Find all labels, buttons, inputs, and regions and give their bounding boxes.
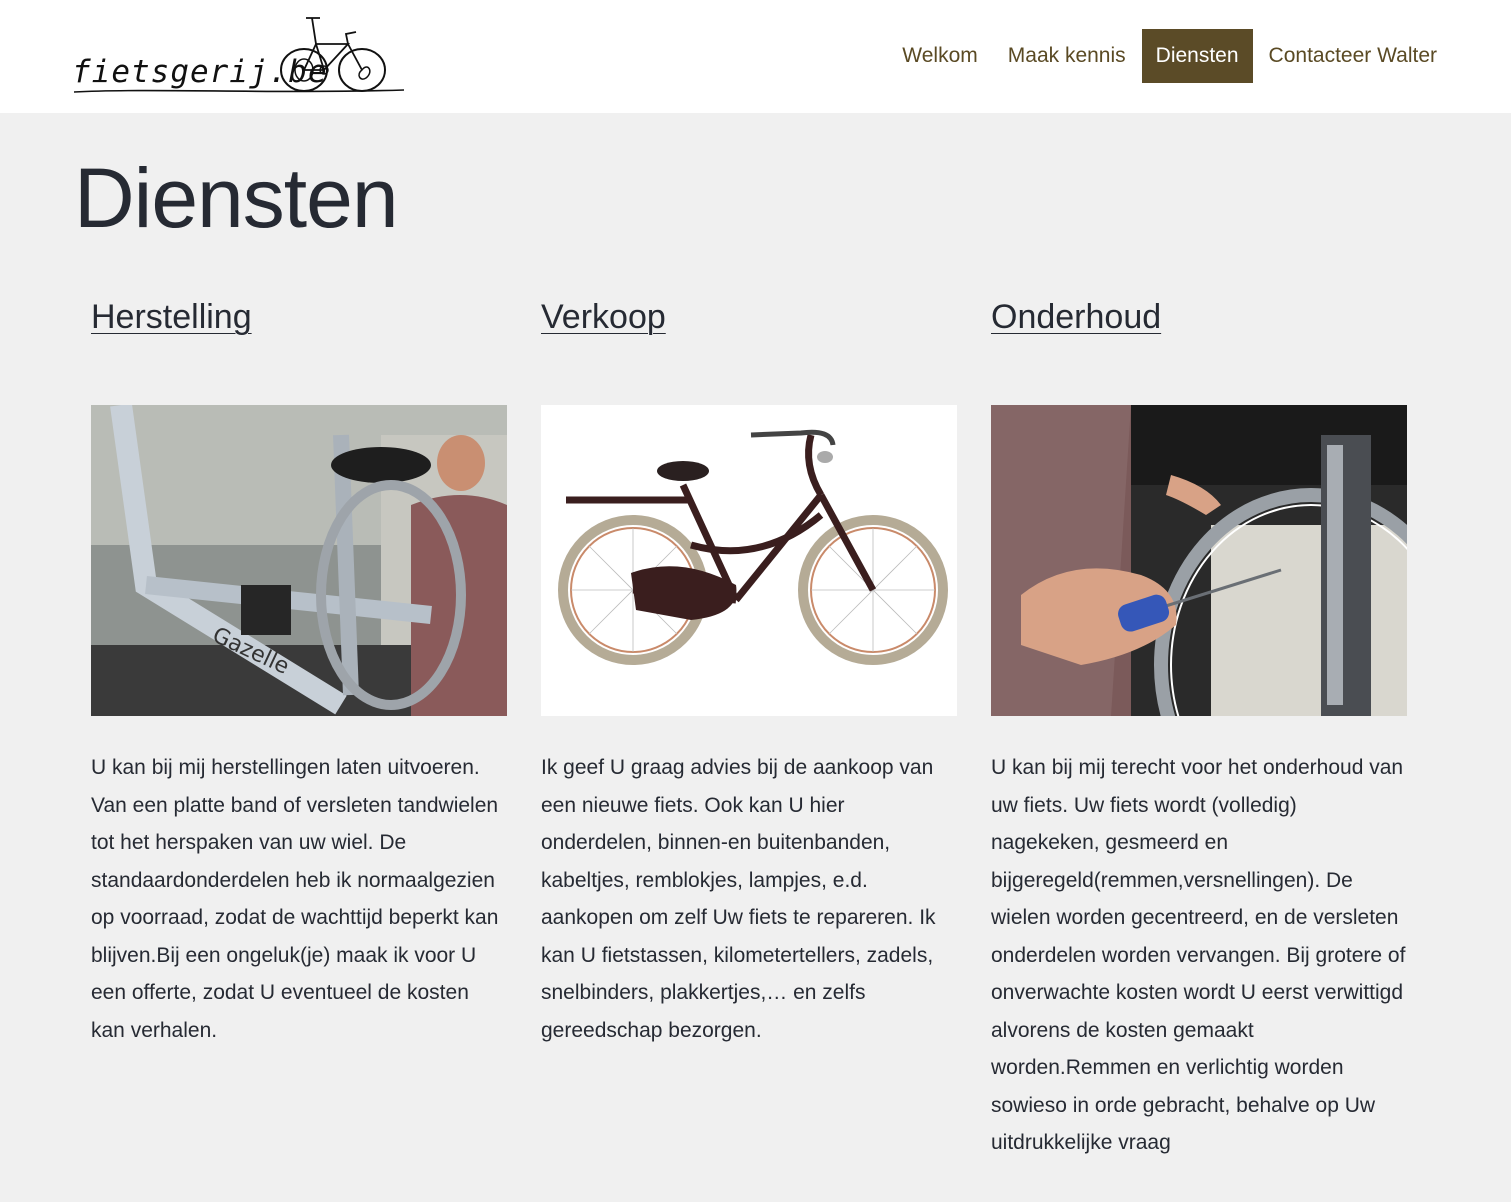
service-title-verkoop[interactable]: Verkoop bbox=[541, 295, 957, 339]
site-logo[interactable]: fietsgerij.be bbox=[72, 14, 406, 98]
service-text-onderhoud: U kan bij mij terecht voor het onderhoud… bbox=[991, 756, 1406, 1154]
service-text-verkoop: Ik geef U graag advies bij de aankoop va… bbox=[541, 756, 936, 1042]
service-text-herstelling: U kan bij mij herstellingen laten uitvoe… bbox=[91, 756, 499, 1042]
page-title: Diensten bbox=[74, 151, 399, 245]
nav-item-diensten[interactable]: Diensten bbox=[1141, 29, 1253, 83]
service-title-onderhoud[interactable]: Onderhoud bbox=[991, 295, 1407, 339]
service-onderhoud: Onderhoud U kan bij mij terecht voor het… bbox=[991, 295, 1407, 1154]
nav-item-welkom[interactable]: Welkom bbox=[888, 29, 991, 83]
nav-item-maak-kennis[interactable]: Maak kennis bbox=[994, 29, 1140, 83]
city-bicycle-photo-icon bbox=[541, 405, 957, 716]
main-nav: Welkom Maak kennis Diensten Contacteer W… bbox=[886, 29, 1451, 83]
nav-item-contacteer-walter[interactable]: Contacteer Walter bbox=[1255, 29, 1451, 83]
wheel-maintenance-photo-icon bbox=[991, 405, 1407, 716]
service-verkoop: Verkoop Ik geef U graag advies bij de aa bbox=[541, 295, 957, 1042]
service-herstelling: Herstelling Gazelle U kan bij mij herste… bbox=[91, 295, 507, 1042]
mechanic-repair-photo-icon: Gazelle bbox=[91, 405, 507, 716]
site-header: fietsgerij.be Welkom Maak kennis Dienste… bbox=[0, 0, 1511, 113]
logo-text: fietsgerij.be bbox=[72, 54, 328, 90]
service-title-herstelling[interactable]: Herstelling bbox=[91, 295, 507, 339]
